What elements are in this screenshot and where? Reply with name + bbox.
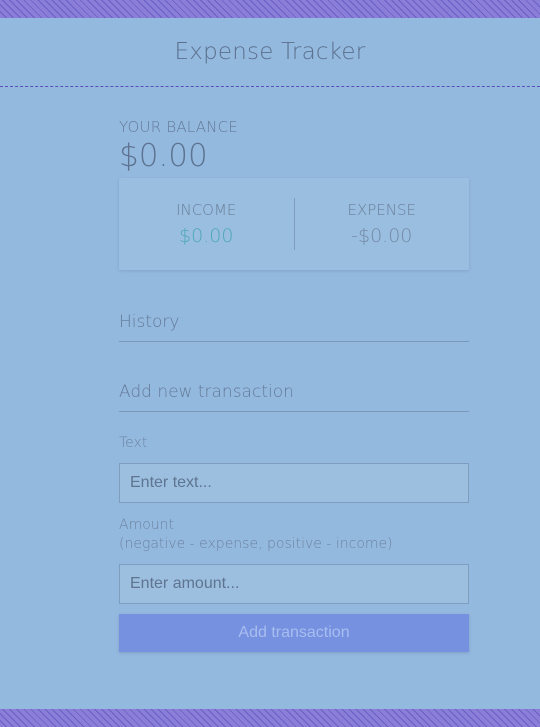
expense-value: -$0.00 bbox=[351, 225, 413, 247]
balance-label: Your Balance bbox=[119, 118, 238, 136]
app-title: Expense Tracker bbox=[174, 39, 366, 65]
bottom-decorative-stripe bbox=[0, 709, 540, 727]
amount-label: Amount (negative - expense, positive - i… bbox=[119, 516, 469, 554]
amount-input[interactable] bbox=[119, 564, 469, 604]
income-value: $0.00 bbox=[179, 225, 234, 247]
amount-label-text: Amount bbox=[119, 517, 175, 533]
add-transaction-button[interactable]: Add transaction bbox=[119, 614, 469, 652]
main-container: Your Balance $0.00 Income $0.00 Expense … bbox=[119, 118, 469, 652]
add-transaction-title: Add new transaction bbox=[119, 382, 469, 412]
history-title: History bbox=[119, 312, 469, 342]
balance-value: $0.00 bbox=[119, 138, 208, 174]
income-expense-card: Income $0.00 Expense -$0.00 bbox=[119, 178, 469, 270]
text-input[interactable] bbox=[119, 463, 469, 503]
app-header: Expense Tracker bbox=[0, 18, 540, 87]
top-decorative-stripe bbox=[0, 0, 540, 18]
expense-label: Expense bbox=[347, 201, 417, 219]
income-column: Income $0.00 bbox=[119, 201, 294, 247]
expense-column: Expense -$0.00 bbox=[295, 201, 470, 247]
add-transaction-form: Text Amount (negative - expense, positiv… bbox=[119, 434, 469, 652]
amount-hint: (negative - expense, positive - income) bbox=[119, 536, 393, 552]
income-label: Income bbox=[176, 201, 237, 219]
text-label: Text bbox=[119, 435, 148, 451]
